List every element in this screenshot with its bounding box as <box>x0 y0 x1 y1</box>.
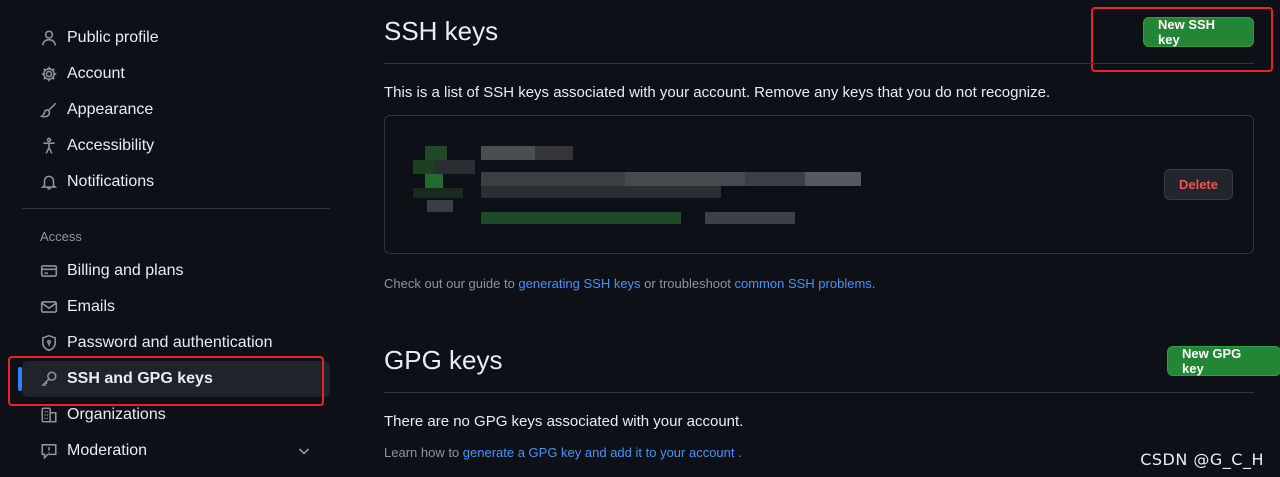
sidebar-item-label: Account <box>67 65 125 82</box>
sidebar-item-label: Public profile <box>67 29 159 46</box>
sidebar-item-ssh-gpg-keys[interactable]: SSH and GPG keys <box>18 361 330 397</box>
hint-suffix: . <box>871 276 876 291</box>
delete-ssh-key-button[interactable]: Delete <box>1163 169 1233 200</box>
chevron-down-icon[interactable] <box>296 443 312 459</box>
gpg-empty-text: There are no GPG keys associated with yo… <box>384 413 744 430</box>
common-ssh-problems-link[interactable]: common SSH problems <box>735 276 872 291</box>
gear-icon <box>40 65 58 83</box>
credit-card-icon <box>40 262 58 280</box>
sidebar-item-notifications[interactable]: Notifications <box>22 164 330 200</box>
sidebar-item-label: Appearance <box>67 101 154 118</box>
gpg-section-header: GPG keys New GPG key <box>384 329 1280 393</box>
shield-lock-icon <box>40 334 58 352</box>
sidebar-item-public-profile[interactable]: Public profile <box>22 20 330 56</box>
sidebar-item-label: Emails <box>67 298 116 315</box>
ssh-guide-hint: Check out our guide to generating SSH ke… <box>384 276 1254 291</box>
sidebar-section-heading: Access <box>40 228 82 244</box>
gpg-learn-hint: Learn how to generate a GPG key and add … <box>384 445 1254 460</box>
paintbrush-icon <box>40 101 58 119</box>
learn-prefix: Learn how to <box>384 445 463 460</box>
report-icon <box>40 442 58 460</box>
mail-icon <box>40 298 58 316</box>
settings-sidebar: Public profile Account Appearance Access… <box>18 20 330 469</box>
watermark: CSDN @G_C_H <box>1140 450 1264 469</box>
organization-icon <box>40 406 58 424</box>
sidebar-item-billing[interactable]: Billing and plans <box>22 253 330 289</box>
accessibility-icon <box>40 137 58 155</box>
sidebar-item-accessibility[interactable]: Accessibility <box>22 128 330 164</box>
ssh-section-header: SSH keys New SSH key <box>384 0 1254 64</box>
ssh-description: This is a list of SSH keys associated wi… <box>384 84 1051 101</box>
sidebar-item-moderation[interactable]: Moderation <box>22 433 330 469</box>
sidebar-item-label: Billing and plans <box>67 262 184 279</box>
ssh-key-item: Delete <box>384 115 1254 254</box>
sidebar-item-label: Accessibility <box>67 137 155 154</box>
hint-prefix: Check out our guide to <box>384 276 519 291</box>
generate-gpg-key-link[interactable]: generate a GPG key and add it to your ac… <box>463 445 735 460</box>
sidebar-item-label: Organizations <box>67 406 166 423</box>
learn-suffix: . <box>734 445 742 460</box>
key-icon <box>40 370 58 388</box>
new-gpg-key-button[interactable]: New GPG key <box>1167 346 1280 376</box>
main-content: SSH keys New SSH key This is a list of S… <box>384 0 1280 460</box>
settings-page: Public profile Account Appearance Access… <box>0 0 1280 477</box>
bell-icon <box>40 173 58 191</box>
sidebar-item-emails[interactable]: Emails <box>22 289 330 325</box>
sidebar-item-label: Notifications <box>67 173 155 190</box>
hint-middle: or troubleshoot <box>640 276 735 291</box>
sidebar-item-label: Moderation <box>67 442 148 459</box>
sidebar-item-account[interactable]: Account <box>22 56 330 92</box>
sidebar-item-organizations[interactable]: Organizations <box>22 397 330 433</box>
ssh-title: SSH keys <box>384 16 499 46</box>
person-icon <box>40 29 58 47</box>
sidebar-item-appearance[interactable]: Appearance <box>22 92 330 128</box>
gpg-title: GPG keys <box>384 345 503 375</box>
generating-ssh-keys-link[interactable]: generating SSH keys <box>518 276 640 291</box>
sidebar-item-label: SSH and GPG keys <box>67 370 213 387</box>
sidebar-item-label: Password and authentication <box>67 334 273 351</box>
new-ssh-key-button[interactable]: New SSH key <box>1143 17 1254 47</box>
sidebar-divider <box>22 208 330 209</box>
sidebar-item-password[interactable]: Password and authentication <box>22 325 330 361</box>
